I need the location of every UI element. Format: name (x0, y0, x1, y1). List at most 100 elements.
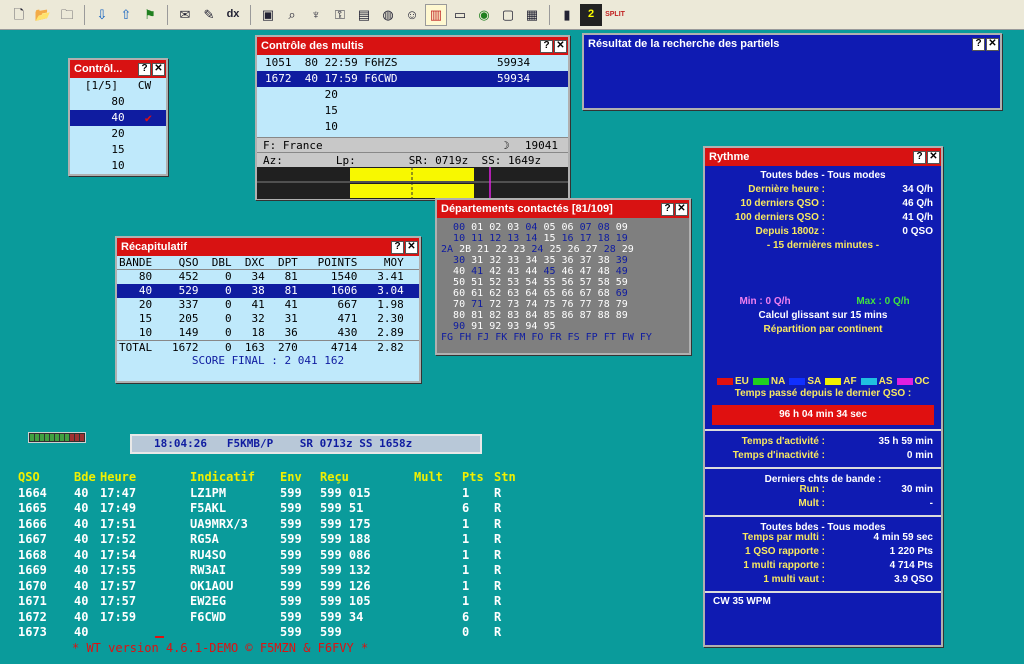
globe-icon[interactable]: ◍ (377, 4, 399, 26)
close-icon[interactable]: ✕ (675, 202, 688, 216)
computer-icon[interactable]: ▤ (353, 4, 375, 26)
department-cell: 88 (597, 310, 610, 321)
log-cell: 40 (74, 501, 89, 515)
notepad-icon[interactable]: ✎ (198, 4, 220, 26)
log-cell: 1 (462, 578, 470, 593)
help-icon[interactable]: ? (391, 240, 404, 254)
title-bar[interactable]: Résultat de la recherche des partiels ? ✕ (584, 35, 1000, 53)
log-row[interactable]: 1669 40 17:55 RW3AI 599 599 132 1 R (18, 563, 578, 579)
log-row[interactable]: 1673 40 599 599 0 R (18, 625, 578, 641)
multi-row[interactable]: 15 (257, 103, 568, 119)
close-icon[interactable]: ✕ (927, 150, 940, 164)
department-cell: 54 (525, 277, 538, 288)
magnify-icon[interactable]: ⌕ (281, 4, 303, 26)
log-row[interactable]: 1664 40 17:47 LZ1PM 599 599 015 1 R (18, 486, 578, 502)
card-icon[interactable]: ▭ (449, 4, 471, 26)
arrow-up-icon[interactable]: ⇧ (115, 4, 137, 26)
person-icon[interactable]: ☺ (401, 4, 423, 26)
help-icon[interactable]: ? (540, 39, 553, 53)
band-change-line-value: 30 min (901, 484, 933, 495)
department-cell: FH (459, 332, 472, 343)
log-row[interactable]: 1671 40 17:57 EW2EG 599 599 105 1 R (18, 594, 578, 610)
grayline-chart (257, 167, 568, 199)
earth-icon[interactable]: ◉ (473, 4, 495, 26)
department-cell: 83 (507, 310, 520, 321)
two-icon[interactable]: 2 (580, 3, 602, 26)
arrow-down-icon[interactable]: ⇩ (91, 4, 113, 26)
department-cell: FJ (477, 332, 490, 343)
new-icon[interactable]: 🗋 (8, 4, 30, 26)
multi-score: 59934 (497, 72, 531, 85)
window-icon[interactable]: ▢ (497, 4, 519, 26)
open-icon[interactable]: 📂 (32, 4, 54, 26)
log-row[interactable]: 1670 40 17:57 OK1AOU 599 599 126 1 R (18, 579, 578, 595)
title-bar[interactable]: Rythme ? ✕ (705, 148, 941, 166)
band-row[interactable]: 10 (70, 158, 166, 174)
summary-row[interactable]: 10 149 0 18 36 430 2.89 (117, 326, 419, 340)
help-icon[interactable]: ? (138, 62, 151, 76)
department-cell: 82 (489, 310, 502, 321)
department-cell: 33 (507, 255, 520, 266)
envelope-icon[interactable]: ✉ (174, 4, 196, 26)
log-cell: 599 (280, 516, 302, 531)
log-cell: 1671 (18, 594, 47, 608)
title-bar[interactable]: Contrôle des multis ? ✕ (257, 37, 568, 55)
close-icon[interactable]: ✕ (986, 37, 999, 51)
multi-row[interactable]: 1051 80 22:59 F6HZS 59934 (257, 55, 568, 71)
department-cell: 10 (453, 233, 466, 244)
log-header: Indicatif (190, 470, 256, 484)
log-cell: 1673 (18, 625, 47, 639)
summary-row[interactable]: 80 452 0 34 81 1540 3.41 (117, 270, 419, 284)
multi-row[interactable]: 20 (257, 87, 568, 103)
close-icon[interactable]: ✕ (152, 62, 165, 76)
multi-row[interactable]: 10 (257, 119, 568, 135)
log-row[interactable]: 1665 40 17:49 F5AKL 599 599 51 6 R (18, 501, 578, 517)
summary-row-selected[interactable]: 40 529 0 38 81 1606 3.04 (117, 284, 419, 298)
department-row: 2A 2B 21 22 23 24 25 26 27 28 29 (437, 244, 689, 255)
activity-line-value: 0 min (906, 450, 933, 461)
log-cell: 599 34 (320, 609, 364, 624)
flag-icon[interactable]: ⚑ (139, 4, 161, 26)
save-icon[interactable]: 🗀 (56, 4, 78, 26)
band-row[interactable]: 20 (70, 126, 166, 142)
stat-line-label: 1 multi rapporte : (743, 560, 825, 571)
chart-icon[interactable]: ▥ (425, 3, 447, 26)
split-icon[interactable]: SPLIT (604, 4, 626, 26)
log-row[interactable]: 1666 40 17:51 UA9MRX/3 599 599 175 1 R (18, 517, 578, 533)
status-bar: 18:04:26 F5KMB/P SR 0713z SS 1658z (130, 434, 482, 454)
department-cell: 86 (561, 310, 574, 321)
key-icon[interactable]: ⚿ (329, 4, 351, 26)
department-cell: 60 (453, 288, 466, 299)
department-cell: 2B (459, 244, 472, 255)
zoom-page-icon[interactable]: ▣ (257, 4, 279, 26)
log-row[interactable]: 1668 40 17:54 RU4SO 599 599 086 1 R (18, 548, 578, 564)
close-icon[interactable]: ✕ (405, 240, 418, 254)
department-cell: 16 (561, 233, 574, 244)
title-bar[interactable]: Départements contactés [81/109] ? ✕ (437, 200, 689, 218)
log-row[interactable]: 1672 40 17:59 F6CWD 599 599 34 6 R (18, 610, 578, 626)
band-row-selected[interactable]: 40 ✔ (70, 110, 166, 126)
department-cell: 22 (495, 244, 508, 255)
stat-line-label: 1 QSO rapporte : (744, 546, 825, 557)
summary-row[interactable]: 15 205 0 32 31 471 2.30 (117, 312, 419, 326)
log-cell: 6 (462, 501, 470, 515)
stat-line-label: 1 multi vaut : (763, 574, 825, 585)
band-row[interactable]: 15 (70, 142, 166, 158)
multi-row-selected[interactable]: 1672 40 17:59 F6CWD 59934 (257, 71, 568, 87)
title-bar[interactable]: Contrôl... ? ✕ (70, 60, 166, 78)
close-icon[interactable]: ✕ (554, 39, 567, 53)
summary-row[interactable]: 20 337 0 41 41 667 1.98 (117, 298, 419, 312)
dx-icon[interactable]: dx (222, 4, 244, 26)
help-icon[interactable]: ? (913, 150, 926, 164)
help-icon[interactable]: ? (972, 37, 985, 51)
log-cell: R (494, 485, 502, 500)
book-icon[interactable]: ▮ (556, 4, 578, 26)
monitor-icon[interactable]: ▦ (521, 4, 543, 26)
log-row[interactable]: 1667 40 17:52 RG5A 599 599 188 1 R (18, 532, 578, 548)
log-cell: R (494, 547, 502, 562)
title-bar[interactable]: Récapitulatif ? ✕ (117, 238, 419, 256)
microphone-icon[interactable]: ♆ (305, 4, 327, 26)
country-bar: F: France ☽ 19041 (257, 137, 568, 152)
band-row[interactable]: 80 (70, 94, 166, 110)
help-icon[interactable]: ? (661, 202, 674, 216)
